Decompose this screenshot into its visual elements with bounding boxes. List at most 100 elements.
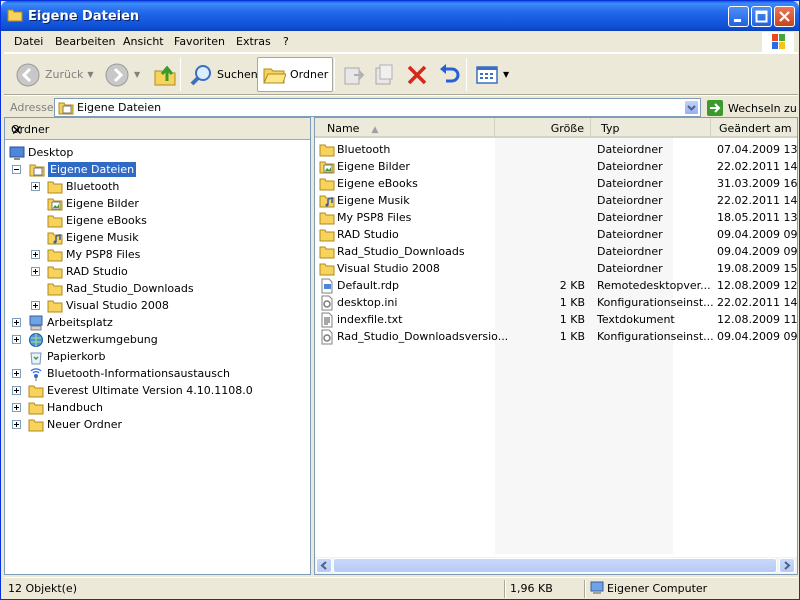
back-arrow-icon xyxy=(16,63,40,86)
tree-node[interactable]: Eigene Bilder xyxy=(47,195,139,212)
menu-extras[interactable]: Extras xyxy=(236,35,271,48)
list-item[interactable]: Default.rdp 2 KB Remotedesktopver... 12.08.… xyxy=(315,277,797,294)
tree-node[interactable]: Desktop xyxy=(9,144,73,161)
search-button[interactable]: Suchen xyxy=(184,57,263,92)
my-documents-icon xyxy=(29,164,45,176)
expand-icon[interactable] xyxy=(31,267,40,276)
views-button[interactable]: ▼ xyxy=(470,57,514,92)
list-item[interactable]: Eigene Musik Dateiordner 22.02.2011 14:5 xyxy=(315,192,798,209)
views-icon xyxy=(476,65,498,84)
column-size[interactable]: Größe xyxy=(495,118,591,138)
tree-node[interactable]: Neuer Ordner xyxy=(28,416,122,433)
menu-ansicht[interactable]: Ansicht xyxy=(123,35,164,48)
file-size: 1 KB xyxy=(559,330,585,343)
list-item[interactable]: Bluetooth Dateiordner 07.04.2009 13:4 xyxy=(315,141,797,158)
file-name: Rad_Studio_Downloads xyxy=(337,245,465,258)
list-item[interactable]: RAD Studio Dateiordner 09.04.2009 09:3 xyxy=(315,226,797,243)
back-label: Zurück xyxy=(45,68,84,81)
menu-datei[interactable]: Datei xyxy=(14,35,43,48)
folder-tree-header: Ordner ✕ xyxy=(5,118,310,140)
close-icon[interactable]: ✕ xyxy=(11,123,303,139)
expand-icon[interactable] xyxy=(12,369,21,378)
list-item[interactable]: My PSP8 Files Dateiordner 18.05.2011 13:2 xyxy=(315,209,797,226)
tree-node-label: Arbeitsplatz xyxy=(47,316,113,329)
minimize-button[interactable] xyxy=(728,6,749,27)
expand-icon[interactable] xyxy=(12,335,21,344)
horizontal-scrollbar[interactable] xyxy=(315,557,797,574)
tree-node[interactable]: Visual Studio 2008 xyxy=(47,297,169,314)
back-button[interactable]: Zurück ▼ xyxy=(10,57,99,92)
forward-button[interactable]: ▼ xyxy=(99,57,145,92)
list-item[interactable]: Rad_Studio_Downloadsversio... 1 KB Konfigu… xyxy=(315,328,797,345)
address-dropdown-button[interactable] xyxy=(684,100,699,115)
folder-icon xyxy=(47,266,63,278)
folders-button[interactable]: Ordner xyxy=(257,57,334,92)
list-item[interactable]: Visual Studio 2008 Dateiordner 19.08.2009 … xyxy=(315,260,797,277)
scroll-thumb[interactable] xyxy=(333,558,777,573)
scroll-left-button[interactable] xyxy=(316,558,332,573)
copy-to-icon xyxy=(375,64,393,84)
status-size: 1,96 KB xyxy=(510,582,553,595)
expand-icon[interactable] xyxy=(12,403,21,412)
expand-icon[interactable] xyxy=(12,318,21,327)
list-item[interactable]: indexfile.txt 1 KB Textdokument 12.08.2009 … xyxy=(315,311,797,328)
file-name: Eigene Bilder xyxy=(337,160,410,173)
undo-button[interactable] xyxy=(432,57,466,92)
my-computer-icon xyxy=(29,315,43,330)
list-item[interactable]: desktop.ini 1 KB Konfigurationseinst... 22.… xyxy=(315,294,797,311)
file-name: Eigene Musik xyxy=(337,194,410,207)
expand-icon[interactable] xyxy=(31,250,40,259)
file-modified: 22.02.2011 14:5 xyxy=(717,194,798,207)
folders-icon xyxy=(263,68,286,83)
delete-button[interactable] xyxy=(400,57,434,92)
tree-node[interactable]: Everest Ultimate Version 4.10.1108.0 xyxy=(28,382,253,399)
tree-node-label: Bluetooth xyxy=(66,180,120,193)
tree-node[interactable]: Papierkorb xyxy=(28,348,105,365)
column-name[interactable]: Name ▲ xyxy=(315,118,495,138)
title-bar[interactable]: Eigene Dateien xyxy=(1,1,799,31)
scroll-right-button[interactable] xyxy=(779,558,795,573)
menu-favoriten[interactable]: Favoriten xyxy=(174,35,225,48)
go-arrow-icon xyxy=(707,100,723,116)
delete-icon xyxy=(407,65,427,84)
toolbar: Zurück ▼ ▼ Suchen Ordner ▼ xyxy=(4,53,798,95)
copy-to-button[interactable] xyxy=(368,57,402,92)
my-music-icon xyxy=(47,232,63,244)
tree-node[interactable]: Netzwerkumgebung xyxy=(28,331,158,348)
folder-icon xyxy=(47,283,63,295)
maximize-button[interactable] xyxy=(751,6,772,27)
expand-icon[interactable] xyxy=(12,386,21,395)
menu-bearbeiten[interactable]: Bearbeiten xyxy=(55,35,115,48)
list-item[interactable]: Eigene Bilder Dateiordner 22.02.2011 14:5 xyxy=(315,158,797,175)
close-button[interactable] xyxy=(774,6,795,27)
list-item[interactable]: Rad_Studio_Downloads Dateiordner 09.04.200… xyxy=(315,243,797,260)
move-to-button[interactable] xyxy=(337,57,371,92)
address-input[interactable]: Eigene Dateien xyxy=(54,98,701,117)
column-type[interactable]: Typ xyxy=(591,118,711,138)
tree-node[interactable]: My PSP8 Files xyxy=(47,246,140,263)
expand-icon[interactable] xyxy=(31,301,40,310)
status-separator xyxy=(504,580,506,598)
collapse-icon[interactable] xyxy=(12,165,21,174)
address-bar: Adresse Eigene Dateien Wechseln zu xyxy=(4,95,798,117)
tree-node[interactable]: Eigene eBooks xyxy=(47,212,147,229)
chevron-right-icon xyxy=(784,561,791,570)
tree-node[interactable]: Arbeitsplatz xyxy=(28,314,113,331)
column-modified[interactable]: Geändert am xyxy=(711,118,797,138)
file-name: Rad_Studio_Downloadsversio... xyxy=(337,330,509,343)
expand-icon[interactable] xyxy=(31,182,40,191)
tree-node[interactable]: Bluetooth-Informationsaustausch xyxy=(28,365,230,382)
expand-icon[interactable] xyxy=(12,420,21,429)
go-button[interactable]: Wechseln zu xyxy=(706,99,797,117)
tree-node[interactable]: Rad_Studio_Downloads xyxy=(47,280,194,297)
tree-node[interactable]: Eigene Musik xyxy=(47,229,139,246)
tree-node[interactable]: Eigene Dateien xyxy=(29,161,137,178)
folder-icon xyxy=(319,263,335,276)
menu-help[interactable]: ? xyxy=(283,35,289,48)
tree-node[interactable]: RAD Studio xyxy=(47,263,128,280)
tree-node[interactable]: Handbuch xyxy=(28,399,103,416)
tree-node[interactable]: Bluetooth xyxy=(47,178,119,195)
address-label: Adresse xyxy=(10,101,54,114)
up-folder-button[interactable] xyxy=(148,57,182,92)
list-item[interactable]: Eigene eBooks Dateiordner 31.03.2009 16:2 xyxy=(315,175,797,192)
